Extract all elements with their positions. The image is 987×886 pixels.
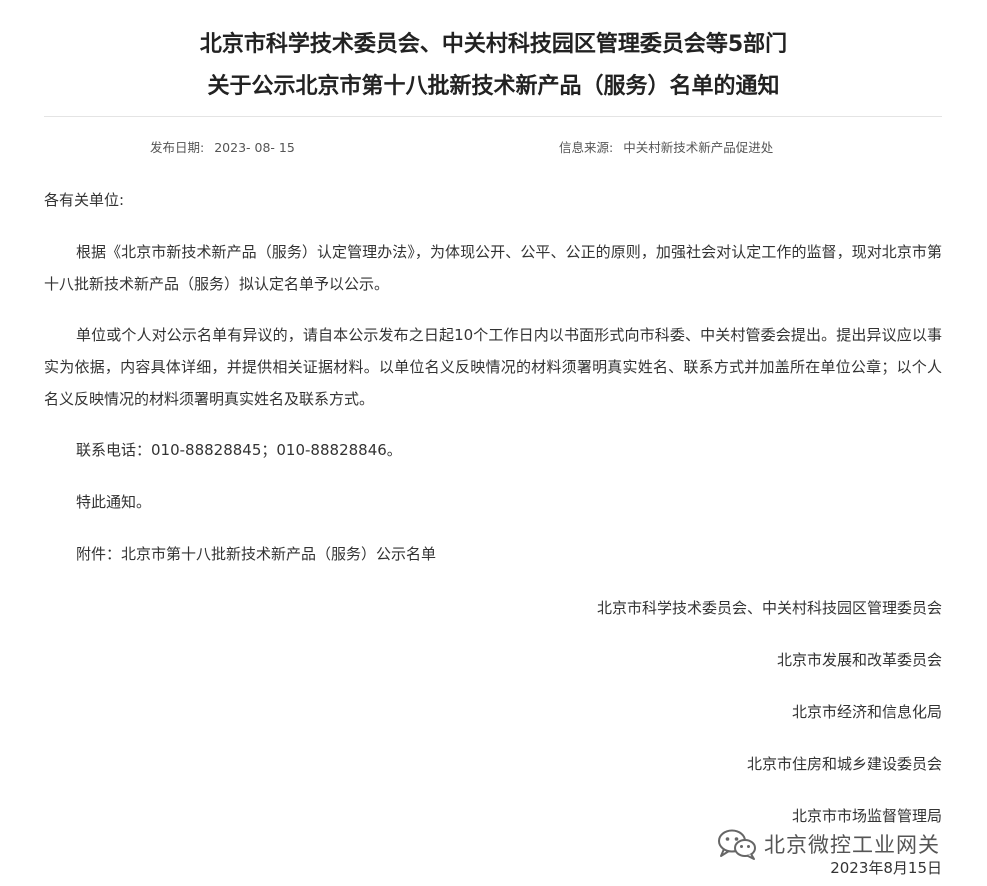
info-source-label: 信息来源: (559, 140, 614, 155)
page-title-line-2: 关于公示北京市第十八批新技术新产品（服务）名单的通知 (207, 74, 780, 99)
signature-development-reform: 北京市发展和改革委员会 (776, 651, 942, 669)
attachment-link[interactable]: 附件：北京市第十八批新技术新产品（服务）公示名单 (44, 538, 942, 570)
signature-housing-construction: 北京市住房和城乡建设委员会 (746, 755, 942, 773)
contact-phone: 联系电话：010-88828845；010-88828846。 (76, 441, 402, 459)
publish-date-label: 发布日期: (150, 140, 205, 155)
signature-market-supervision: 北京市市场监督管理局 (791, 807, 942, 825)
info-source-value: 中关村新技术新产品促进处 (623, 140, 774, 155)
publish-date: 发布日期: 2023- 08- 15 (150, 137, 295, 156)
salutation: 各有关单位: (44, 191, 125, 209)
page-title-line-1: 北京市科学技术委员会、中关村科技园区管理委员会等5部门 (199, 32, 788, 57)
paragraph-basis: 根据《北京市新技术新产品（服务）认定管理办法》，为体现公开、公平、公正的原则，加… (44, 243, 942, 293)
signature-economy-it-bureau: 北京市经济和信息化局 (791, 703, 942, 721)
paragraph-objection: 单位或个人对公示名单有异议的，请自本公示发布之日起10个工作日内以书面形式向市科… (44, 326, 942, 408)
watermark-text: 北京微控工业网关 (764, 833, 940, 857)
signature-sci-tech-commission: 北京市科学技术委员会、中关村科技园区管理委员会 (596, 599, 942, 617)
publish-date-value: 2023- 08- 15 (214, 140, 295, 155)
wechat-watermark: 北京微控工业网关 (716, 826, 940, 862)
closing-notice: 特此通知。 (76, 493, 152, 511)
info-source: 信息来源: 中关村新技术新产品促进处 (559, 137, 773, 156)
title-divider (44, 116, 942, 117)
wechat-icon (716, 826, 758, 862)
